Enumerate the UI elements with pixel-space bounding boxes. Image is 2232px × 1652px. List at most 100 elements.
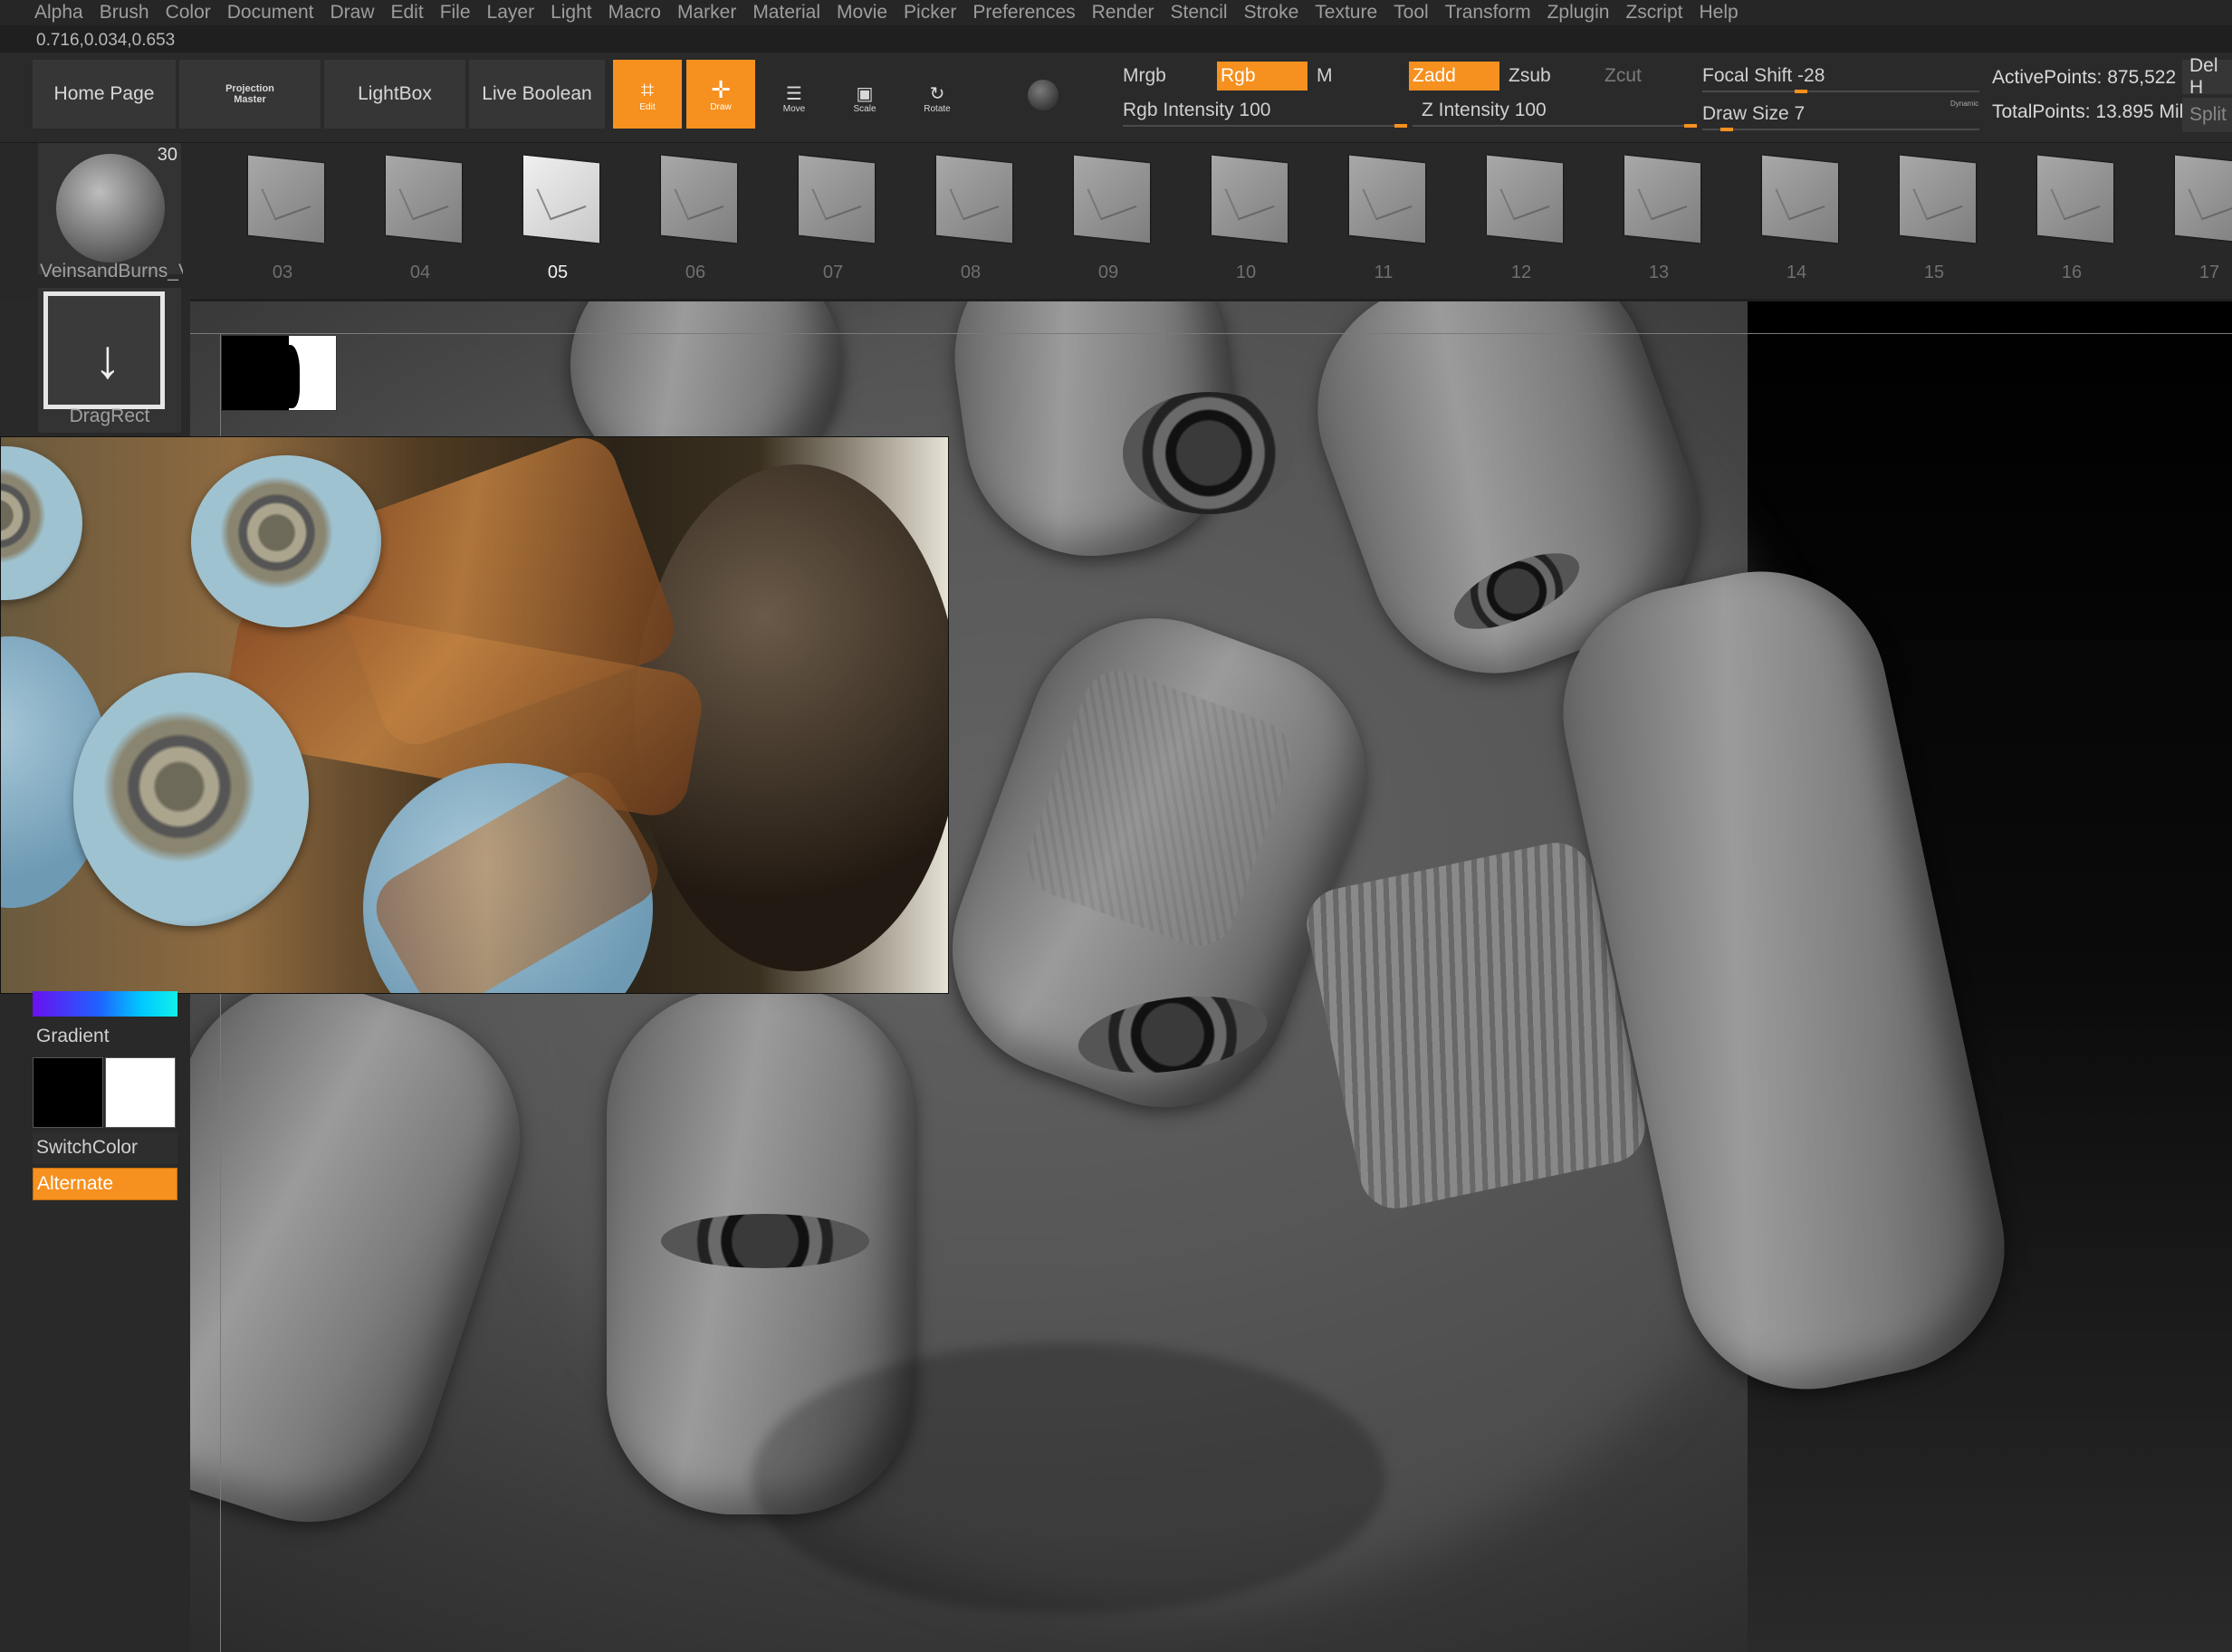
move-button[interactable]: ☰ Move xyxy=(771,78,817,119)
lightbox-button[interactable]: LightBox xyxy=(324,60,465,129)
alpha-thumb-number: 06 xyxy=(685,263,706,282)
alpha-crack-detail xyxy=(1912,176,1963,221)
split-button[interactable]: Split xyxy=(2182,98,2232,132)
menu-picker[interactable]: Picker xyxy=(904,2,956,24)
alpha-thumb-13[interactable]: 13 xyxy=(1614,152,1704,282)
focal-shift-track[interactable] xyxy=(1702,91,1979,92)
alpha-thumb-17[interactable]: 17 xyxy=(2164,152,2232,282)
alpha-thumb-03[interactable]: 03 xyxy=(237,152,328,282)
menu-document[interactable]: Document xyxy=(227,2,314,24)
draw-label: Draw xyxy=(710,101,732,112)
menu-tool[interactable]: Tool xyxy=(1394,2,1429,24)
alpha-crack-detail xyxy=(2188,176,2232,221)
menu-transform[interactable]: Transform xyxy=(1445,2,1531,24)
menu-material[interactable]: Material xyxy=(752,2,820,24)
menu-brush[interactable]: Brush xyxy=(100,2,149,24)
alpha-thumb-10[interactable]: 10 xyxy=(1201,152,1291,282)
focal-shift-slider[interactable]: Focal Shift -28 xyxy=(1702,65,1825,87)
spotlight-reference-image[interactable] xyxy=(0,436,949,994)
rgb-intensity-track[interactable] xyxy=(1123,125,1407,127)
z-intensity-slider[interactable]: Z Intensity 100 xyxy=(1422,100,1547,121)
draw-size-knob[interactable] xyxy=(1720,128,1733,131)
menu-macro[interactable]: Macro xyxy=(608,2,661,24)
stroke-dragrect-button[interactable]: ↓ DragRect xyxy=(38,288,181,433)
menu-stroke[interactable]: Stroke xyxy=(1244,2,1299,24)
alpha-thumb-09[interactable]: 09 xyxy=(1063,152,1154,282)
menu-preferences[interactable]: Preferences xyxy=(972,2,1075,24)
gradient-color-bar[interactable] xyxy=(33,991,177,1017)
spotlight-texture-thumbnail[interactable] xyxy=(221,335,337,411)
scale-label: Scale xyxy=(853,103,877,114)
alpha-crack-detail xyxy=(949,176,1000,221)
zadd-button[interactable]: Zadd xyxy=(1409,62,1499,91)
zsub-button[interactable]: Zsub xyxy=(1509,65,1551,87)
draw-button[interactable]: ✛ Draw xyxy=(686,60,755,129)
ref-eyeball-top xyxy=(191,455,381,627)
rotate-button[interactable]: ↻ Rotate xyxy=(915,78,960,119)
alpha-thumb-07[interactable]: 07 xyxy=(788,152,878,282)
alpha-thumb-06[interactable]: 06 xyxy=(650,152,741,282)
rgb-intensity-knob[interactable] xyxy=(1394,124,1407,128)
alpha-texture-preview xyxy=(523,155,599,244)
alpha-thumb-number: 11 xyxy=(1374,263,1394,282)
scale-button[interactable]: ▣ Scale xyxy=(842,78,887,119)
alpha-thumb-11[interactable]: 11 xyxy=(1338,152,1429,282)
alpha-crack-detail xyxy=(1224,176,1275,221)
current-brush-alpha[interactable]: 30 xyxy=(38,143,181,274)
z-intensity-knob[interactable] xyxy=(1684,124,1697,128)
alpha-texture-preview xyxy=(936,155,1012,244)
menu-alpha[interactable]: Alpha xyxy=(34,2,83,24)
alpha-crack-detail xyxy=(1499,176,1550,221)
menu-draw[interactable]: Draw xyxy=(330,2,374,24)
material-sphere-icon[interactable] xyxy=(1028,80,1059,110)
projection-master-button[interactable]: Projection Master xyxy=(179,60,321,129)
gradient-label: Gradient xyxy=(36,1026,110,1046)
total-points: TotalPoints: 13.895 Mil xyxy=(1992,101,2184,122)
active-points: ActivePoints: 875,522 xyxy=(1992,67,2177,88)
alpha-texture-preview xyxy=(1487,155,1563,244)
alpha-thumb-08[interactable]: 08 xyxy=(925,152,1016,282)
m-button[interactable]: M xyxy=(1317,65,1333,87)
menu-zscript[interactable]: Zscript xyxy=(1625,2,1682,24)
menu-file[interactable]: File xyxy=(440,2,471,24)
alpha-crack-detail xyxy=(811,176,862,221)
secondary-color-swatch[interactable] xyxy=(105,1057,176,1128)
alpha-thumb-15[interactable]: 15 xyxy=(1889,152,1979,282)
focal-shift-knob[interactable] xyxy=(1795,90,1807,93)
alpha-thumb-04[interactable]: 04 xyxy=(375,152,465,282)
rgb-button[interactable]: Rgb xyxy=(1217,62,1308,91)
live-boolean-button[interactable]: Live Boolean xyxy=(469,60,605,129)
rgb-intensity-slider[interactable]: Rgb Intensity 100 xyxy=(1123,100,1270,121)
menu-render[interactable]: Render xyxy=(1092,2,1154,24)
switch-color-button[interactable]: SwitchColor xyxy=(33,1132,177,1164)
alpha-thumb-16[interactable]: 16 xyxy=(2026,152,2117,282)
menu-zplugin[interactable]: Zplugin xyxy=(1547,2,1610,24)
menu-help[interactable]: Help xyxy=(1699,2,1738,24)
alpha-thumb-14[interactable]: 14 xyxy=(1751,152,1842,282)
alpha-strip: 30 VeinsandBurns_V 03 04 05 06 07 08 09 10 11 12 1… xyxy=(0,143,2232,436)
menu-layer[interactable]: Layer xyxy=(487,2,535,24)
zcut-button[interactable]: Zcut xyxy=(1605,65,1642,87)
mrgb-button[interactable]: Mrgb xyxy=(1123,65,1166,87)
alpha-crack-detail xyxy=(536,176,587,221)
main-color-swatch[interactable] xyxy=(33,1057,103,1128)
alpha-crack-detail xyxy=(398,176,449,221)
edit-button[interactable]: ⌗ Edit xyxy=(613,60,682,129)
dynamic-toggle[interactable]: Dynamic xyxy=(1950,100,1978,108)
menu-edit[interactable]: Edit xyxy=(391,2,424,24)
del-hidden-button[interactable]: Del H xyxy=(2182,55,2232,98)
menu-color[interactable]: Color xyxy=(166,2,211,24)
z-intensity-track[interactable] xyxy=(1413,125,1693,127)
menu-texture[interactable]: Texture xyxy=(1315,2,1377,24)
home-page-button[interactable]: Home Page xyxy=(33,60,176,129)
menu-stencil[interactable]: Stencil xyxy=(1171,2,1228,24)
draw-size-slider[interactable]: Draw Size 7 xyxy=(1702,103,1805,125)
alpha-thumb-05[interactable]: 05 xyxy=(512,152,603,282)
alternate-button[interactable]: Alternate xyxy=(33,1168,177,1200)
guide-line-horizontal xyxy=(190,333,2232,334)
alpha-thumb-12[interactable]: 12 xyxy=(1476,152,1566,282)
menu-light[interactable]: Light xyxy=(551,2,592,24)
menu-movie[interactable]: Movie xyxy=(837,2,887,24)
draw-size-track[interactable] xyxy=(1702,129,1979,130)
menu-marker[interactable]: Marker xyxy=(677,2,736,24)
